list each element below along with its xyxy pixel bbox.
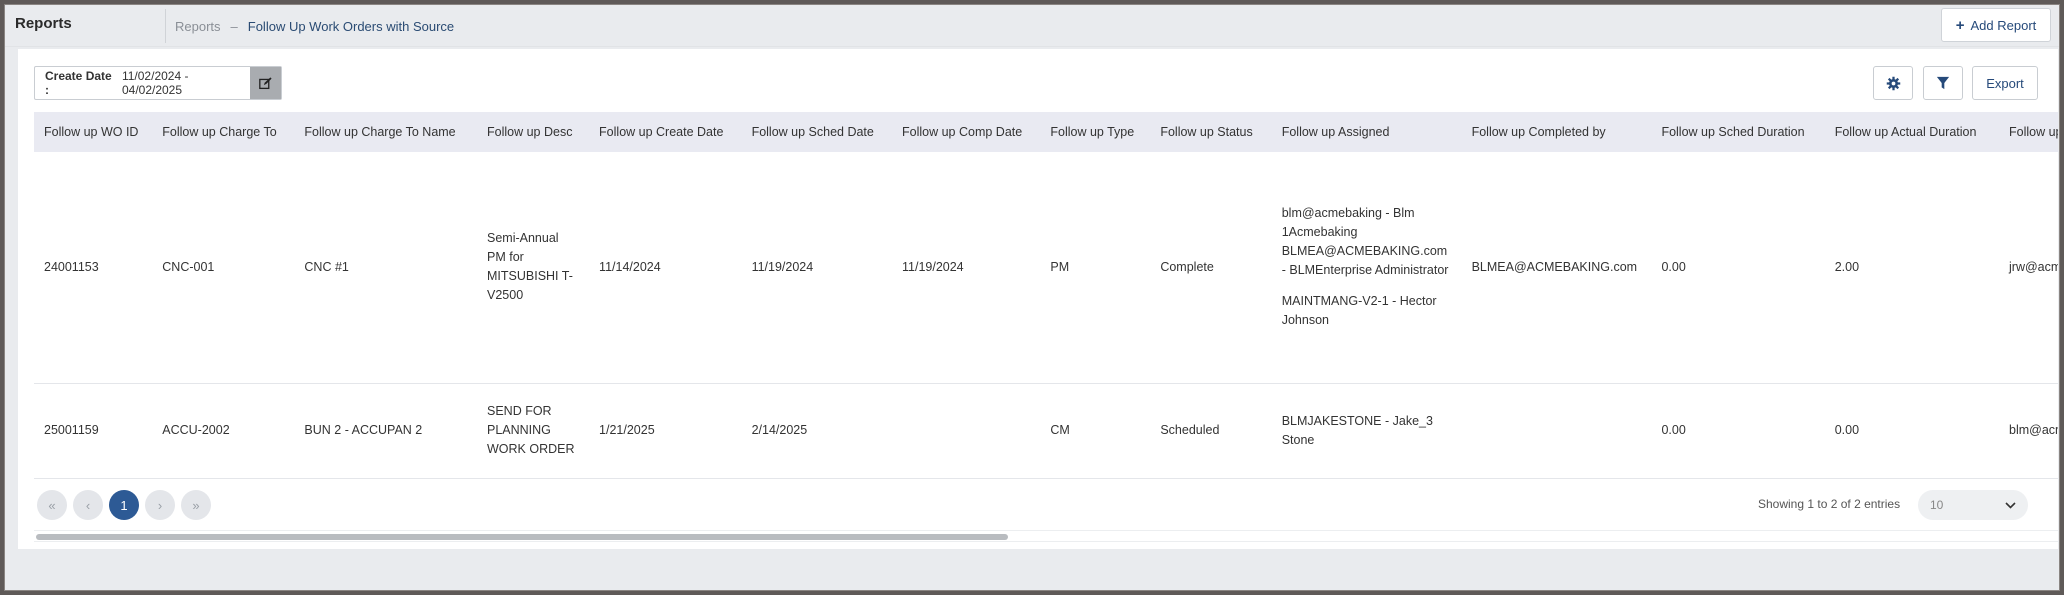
assigned-entry: blm@acmebaking - Blm 1Acmebaking BLMEA@A… [1281,206,1449,278]
column-header[interactable]: Follow up Desc [477,112,589,152]
cell-assigned: blm@acmebaking - Blm 1Acmebaking BLMEA@A… [1272,152,1462,383]
column-header[interactable]: Follow up Type [1040,112,1150,152]
assigned-entry: MAINTMANG-V2-1 - Hector Johnson [1281,294,1437,328]
date-label: Create Date : [45,69,112,97]
page-size-value: 10 [1930,498,1944,512]
edit-date-button[interactable] [250,67,281,99]
cell-charge-to: ACCU-2002 [162,423,230,437]
edit-icon [259,76,272,89]
cell-type: CM [1050,423,1070,437]
assigned-entry: BLMJAKESTONE - Jake_3 Stone [1281,413,1433,447]
column-header[interactable]: Follow up WO ID [34,112,152,152]
table-row[interactable]: 25001159 ACCU-2002 BUN 2 - ACCUPAN 2 SEN… [34,383,2058,478]
last-page-button[interactable]: » [181,490,211,520]
cell-charge-to-name: BUN 2 - ACCUPAN 2 [304,423,423,437]
breadcrumb-reports[interactable]: Reports [175,19,221,34]
date-range-display[interactable]: Create Date : 11/02/2024 - 04/02/2025 [35,67,250,99]
chevron-left-icon: ‹ [85,497,91,513]
horizontal-scrollbar[interactable] [34,530,2058,542]
cell-create-date: 11/14/2024 [599,259,661,274]
cell-status: Complete [1160,259,1214,274]
cell-sched-date: 11/19/2024 [751,259,814,274]
next-page-button[interactable]: › [145,490,175,520]
cell-completed-by [1462,383,1652,478]
column-header[interactable]: Follow up Create Date [589,112,742,152]
cell-charge-to-name: CNC #1 [304,259,349,274]
cell-wo-id: 24001153 [44,259,99,274]
breadcrumb-separator: – [230,19,238,34]
top-bar: Reports Reports – Follow Up Work Orders … [5,5,2059,47]
add-report-button[interactable]: + Add Report [1941,8,2051,42]
gear-icon [1886,76,1900,90]
cell-comp-date: 11/19/2024 [902,259,964,274]
entries-info: Showing 1 to 2 of 2 entries [1758,497,1901,511]
settings-button[interactable] [1873,66,1913,100]
cell-actual-duration: 0.00 [1834,423,1860,437]
cell-sched-duration: 0.00 [1661,423,1686,437]
cell-assigned: BLMJAKESTONE - Jake_3 Stone [1272,383,1462,478]
report-panel: Create Date : 11/02/2024 - 04/02/2025 Ex… [18,49,2058,549]
column-header[interactable]: Follow up Actual Duration [1825,112,1999,152]
column-header[interactable]: Follow up Assigned [1272,112,1462,152]
app-frame: Reports Reports – Follow Up Work Orders … [4,4,2060,591]
add-report-label: Add Report [1970,17,2037,33]
report-table: Follow up WO ID Follow up Charge To Foll… [34,112,2058,482]
chevron-down-icon [2005,501,2016,509]
cell-create-date: 1/21/2025 [599,423,655,437]
cell-desc: SEND FOR PLANNING WORK ORDER [487,404,575,456]
cell-charge-to: CNC-001 [162,259,215,274]
first-page-button[interactable]: « [37,490,67,520]
filter-button[interactable] [1923,66,1963,100]
cell-created: jrw@acmebaking [2009,259,2058,274]
scrollbar-thumb[interactable] [36,534,1008,540]
cell-type: PM [1050,259,1070,274]
column-header[interactable]: Follow up Status [1150,112,1271,152]
double-chevron-left-icon: « [48,497,56,513]
cell-desc: Semi-Annual PM for MITSUBISHI T-V2500 [487,231,573,303]
table-header-row: Follow up WO ID Follow up Charge To Foll… [34,112,2058,152]
export-button[interactable]: Export [1972,66,2038,100]
double-chevron-right-icon: » [192,497,200,513]
plus-icon: + [1955,16,1965,34]
filter-icon [1936,76,1950,90]
cell-created: blm@acmebaking [2009,423,2058,437]
column-header[interactable]: Follow up Sched Date [742,112,892,152]
page-button-1[interactable]: 1 [109,490,139,520]
page-size-select[interactable]: 10 [1918,490,2028,520]
cell-actual-duration: 2.00 [1834,259,1860,274]
breadcrumb-current: Follow Up Work Orders with Source [247,19,455,34]
breadcrumb: Reports – Follow Up Work Orders with Sou… [175,19,454,34]
divider [165,9,166,43]
column-header[interactable]: Follow up Sched Duration [1651,112,1824,152]
previous-page-button[interactable]: ‹ [73,490,103,520]
column-header[interactable]: Follow up Charge To [152,112,294,152]
table-row[interactable]: 24001153 CNC-001 CNC #1 Semi-Annual PM f… [34,152,2058,383]
cell-comp-date [892,383,1040,478]
cell-sched-date: 2/14/2025 [751,423,808,437]
column-header[interactable]: Follow up Comp Date [892,112,1040,152]
cell-status: Scheduled [1160,423,1220,437]
column-header[interactable]: Follow up Completed by [1462,112,1652,152]
column-header[interactable]: Follow up Created [1999,112,2058,152]
create-date-filter[interactable]: Create Date : 11/02/2024 - 04/02/2025 [34,66,282,100]
date-value: 11/02/2024 - 04/02/2025 [121,69,189,97]
pagination: « ‹ 1 › » [37,490,211,520]
cell-sched-duration: 0.00 [1661,259,1686,274]
cell-wo-id: 25001159 [44,423,99,437]
chevron-right-icon: › [157,497,163,513]
column-header[interactable]: Follow up Charge To Name [294,112,477,152]
page-title: Reports [15,15,72,32]
cell-completed-by: BLMEA@ACMEBAKING.com [1471,259,1638,274]
